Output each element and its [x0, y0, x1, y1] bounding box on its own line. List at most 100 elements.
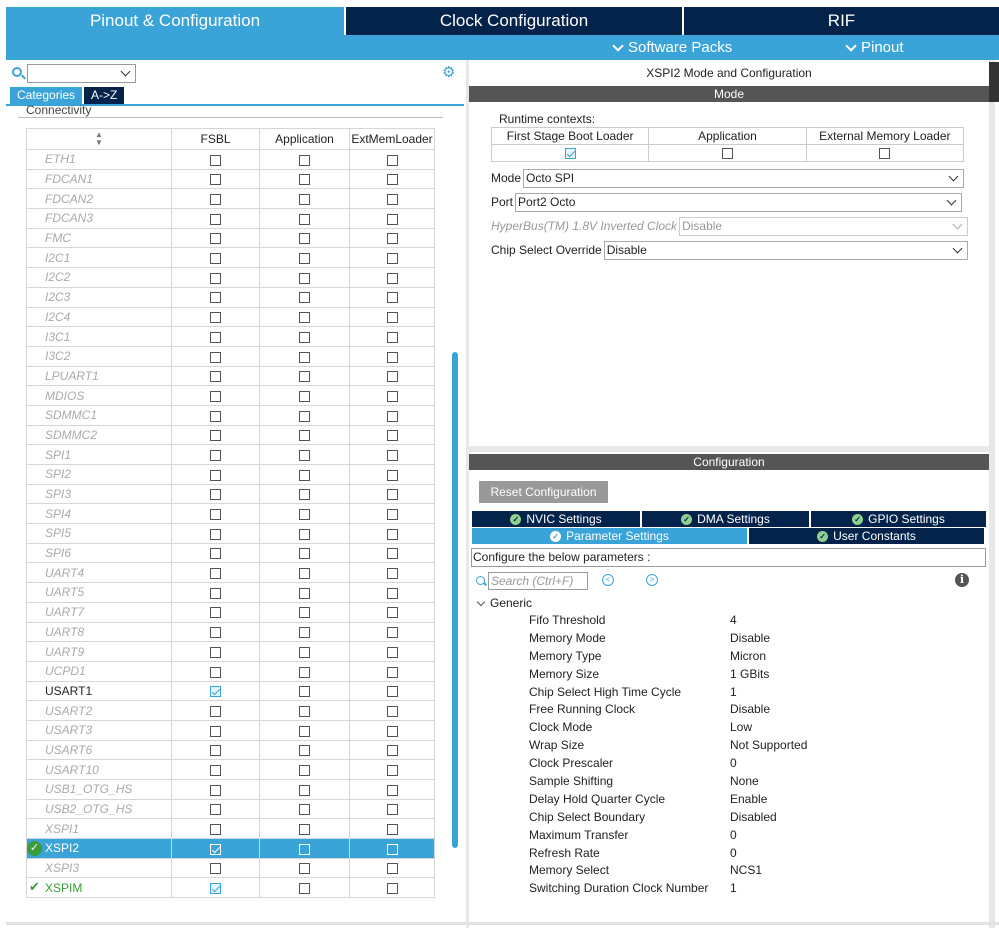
ip-extmemloader-checkbox[interactable] — [386, 213, 398, 225]
ip-fsbl-checkbox[interactable] — [210, 292, 221, 304]
ip-extmemloader-checkbox[interactable] — [386, 646, 398, 658]
table-row[interactable]: USB1_OTG_HS — [26, 779, 435, 800]
mode-select[interactable]: Octo SPI — [523, 168, 965, 188]
ip-extmemloader-checkbox[interactable] — [386, 686, 398, 698]
ip-fsbl-checkbox[interactable] — [210, 390, 221, 402]
ip-name-cell[interactable]: USART2 — [26, 700, 172, 721]
ip-name-cell[interactable]: FMC — [26, 227, 172, 249]
ip-application-checkbox[interactable] — [299, 253, 310, 265]
ip-application-checkbox[interactable] — [299, 449, 310, 461]
ip-extmemloader-checkbox[interactable] — [386, 627, 398, 639]
ip-application-checkbox[interactable] — [299, 627, 310, 639]
ip-name-cell[interactable]: I2C4 — [26, 306, 172, 328]
right-panel-scroll-handle[interactable] — [989, 62, 999, 102]
reset-configuration-button[interactable]: Reset Configuration — [479, 481, 608, 503]
ip-application-checkbox[interactable] — [299, 587, 310, 599]
ip-name-cell[interactable]: I2C2 — [26, 267, 172, 288]
list-item[interactable]: Memory Mode Disable — [529, 629, 929, 647]
ip-fsbl-checkbox[interactable] — [210, 883, 221, 895]
ip-name-cell[interactable]: I2C3 — [26, 286, 172, 308]
table-row[interactable]: ✔ XSPIM — [26, 877, 435, 899]
table-row[interactable]: SPI6 — [26, 542, 435, 564]
ip-search-combo[interactable] — [27, 64, 136, 83]
table-row[interactable]: ETH1 — [26, 149, 435, 170]
list-item[interactable]: Maximum Transfer 0 — [529, 826, 929, 844]
parameter-value[interactable]: Low — [730, 720, 752, 734]
ip-fsbl-checkbox[interactable] — [210, 351, 221, 363]
ip-extmemloader-checkbox[interactable] — [386, 253, 398, 265]
list-item[interactable]: Memory Select NCS1 — [529, 861, 929, 879]
panel-divider[interactable] — [466, 60, 469, 928]
list-item[interactable]: Memory Size 1 GBits — [529, 665, 929, 683]
ip-fsbl-checkbox[interactable] — [210, 154, 221, 166]
ip-fsbl-checkbox[interactable] — [210, 331, 221, 343]
ip-extmemloader-checkbox[interactable] — [386, 430, 398, 442]
chevron-down-icon[interactable] — [948, 171, 959, 181]
list-item[interactable]: Delay Hold Quarter Cycle Enable — [529, 790, 929, 808]
ip-name-cell[interactable]: SPI1 — [26, 444, 172, 465]
ip-name-cell[interactable]: UART7 — [26, 601, 172, 623]
ip-name-cell[interactable]: SPI5 — [26, 523, 172, 544]
parameter-value[interactable]: 4 — [730, 613, 737, 627]
table-row[interactable]: USART2 — [26, 700, 435, 721]
ip-fsbl-checkbox[interactable] — [210, 666, 221, 678]
ip-fsbl-checkbox[interactable] — [210, 312, 221, 324]
ip-name-cell[interactable]: USART3 — [26, 719, 172, 741]
ip-extmemloader-checkbox[interactable] — [386, 745, 398, 757]
column-header-extmemloader[interactable]: ExtMemLoader — [349, 128, 435, 150]
ip-extmemloader-checkbox[interactable] — [386, 410, 398, 422]
ip-extmemloader-checkbox[interactable] — [386, 469, 398, 481]
list-item[interactable]: Chip Select High Time Cycle 1 — [529, 683, 929, 701]
ip-application-checkbox[interactable] — [299, 863, 310, 875]
ip-name-cell[interactable]: SPI2 — [26, 464, 172, 485]
table-row[interactable]: I2C3 — [26, 286, 435, 308]
parameter-value[interactable]: 0 — [730, 756, 737, 770]
parameter-value[interactable]: 1 — [730, 685, 737, 699]
ip-fsbl-checkbox[interactable] — [210, 784, 221, 796]
ip-extmemloader-checkbox[interactable] — [386, 784, 398, 796]
ip-extmemloader-checkbox[interactable] — [386, 174, 398, 186]
tab-parameter-settings[interactable]: ✓ Parameter Settings — [472, 528, 747, 544]
ip-extmemloader-checkbox[interactable] — [386, 607, 398, 619]
context-checkbox-ext-mem-loader[interactable] — [879, 148, 891, 160]
ip-application-checkbox[interactable] — [299, 646, 310, 658]
ip-application-checkbox[interactable] — [299, 666, 310, 678]
parameter-value[interactable]: Micron — [730, 649, 766, 663]
ip-application-checkbox[interactable] — [299, 410, 310, 422]
table-row[interactable]: I2C4 — [26, 306, 435, 328]
table-row[interactable]: USART1 — [26, 680, 435, 702]
tab-categories[interactable]: Categories — [10, 87, 83, 104]
ip-name-cell[interactable]: USART10 — [26, 759, 172, 780]
ip-extmemloader-checkbox[interactable] — [386, 489, 398, 501]
ip-application-checkbox[interactable] — [299, 568, 310, 580]
ip-application-checkbox[interactable] — [299, 804, 310, 816]
ip-application-checkbox[interactable] — [299, 312, 310, 324]
ip-fsbl-checkbox[interactable] — [210, 587, 221, 599]
ip-name-cell[interactable]: SDMMC1 — [26, 404, 172, 426]
context-checkbox-application[interactable] — [721, 148, 733, 160]
ip-name-cell[interactable]: LPUART1 — [26, 365, 172, 387]
table-row[interactable]: UART8 — [26, 621, 435, 643]
ip-application-checkbox[interactable] — [299, 430, 310, 442]
ip-name-cell[interactable]: ✓ XSPI2 — [26, 838, 172, 859]
mode-config-splitter[interactable] — [469, 446, 989, 452]
parameter-value[interactable]: 1 — [730, 881, 737, 895]
ip-fsbl-checkbox[interactable] — [210, 194, 221, 206]
chevron-down-icon[interactable] — [952, 243, 963, 253]
ip-name-cell[interactable]: USART6 — [26, 739, 172, 761]
table-row[interactable]: LPUART1 — [26, 365, 435, 387]
ip-extmemloader-checkbox[interactable] — [386, 843, 398, 855]
parameter-value[interactable]: Disable — [730, 631, 770, 645]
list-item[interactable]: Clock Prescaler 0 — [529, 754, 929, 772]
ip-fsbl-checkbox[interactable] — [210, 863, 221, 875]
ip-name-cell[interactable]: I3C2 — [26, 345, 172, 367]
ip-application-checkbox[interactable] — [299, 548, 310, 560]
ip-application-checkbox[interactable] — [299, 233, 310, 245]
ip-extmemloader-checkbox[interactable] — [386, 705, 398, 717]
previous-match-icon[interactable]: < — [602, 574, 614, 586]
ip-application-checkbox[interactable] — [299, 489, 310, 501]
ip-fsbl-checkbox[interactable] — [210, 213, 221, 225]
table-row[interactable]: SPI1 — [26, 444, 435, 465]
tab-a-to-z[interactable]: A->Z — [84, 87, 125, 104]
ip-extmemloader-checkbox[interactable] — [386, 449, 398, 461]
